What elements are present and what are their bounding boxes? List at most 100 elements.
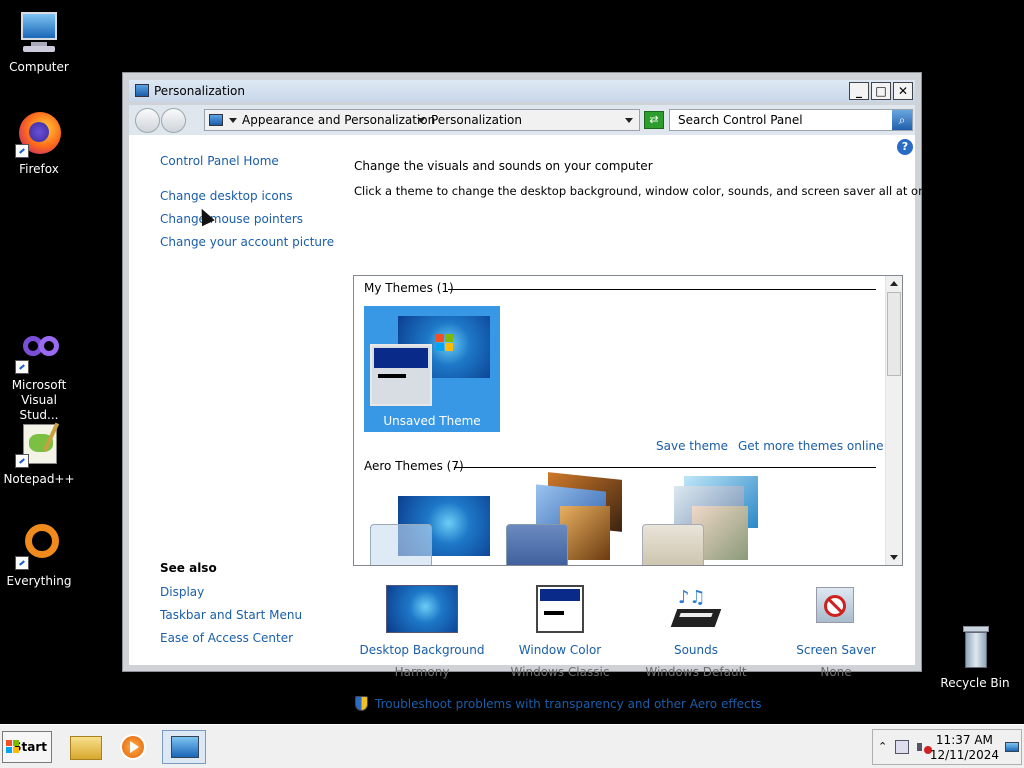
windows-logo-icon xyxy=(436,334,454,352)
change-mouse-pointers-link[interactable]: Change mouse pointers xyxy=(160,212,303,226)
aero-themes-header: Aero Themes (7) xyxy=(364,459,464,473)
show-hidden-icons-icon[interactable]: ⌃ xyxy=(878,740,887,753)
control-panel-icon xyxy=(209,114,223,126)
visual-studio-icon xyxy=(15,326,63,374)
desktop-icon-label: Computer xyxy=(9,60,69,74)
scroll-up-icon[interactable] xyxy=(890,281,898,286)
get-more-themes-link[interactable]: Get more themes online xyxy=(738,439,884,453)
desktop-icon-firefox[interactable]: Firefox xyxy=(0,110,78,177)
window-title: Personalization xyxy=(154,84,245,98)
network-icon[interactable] xyxy=(895,740,909,754)
aero-theme-windows7[interactable] xyxy=(368,494,494,565)
chevron-down-icon[interactable] xyxy=(229,118,237,123)
screen-saver-tile[interactable]: Screen Saver None xyxy=(771,585,901,679)
search-icon[interactable]: ⌕ xyxy=(892,110,912,130)
desktop-icon-label: Microsoft Visual Stud... xyxy=(11,378,67,422)
show-desktop-icon[interactable] xyxy=(1005,742,1019,752)
desktop-icon-notepadpp[interactable]: Notepad++ xyxy=(0,420,78,487)
change-account-picture-link[interactable]: Change your account picture xyxy=(160,235,334,249)
explorer-taskbar-button[interactable] xyxy=(64,730,108,764)
scroll-down-icon[interactable] xyxy=(890,555,898,560)
desktop-icon-recycle-bin[interactable]: Recycle Bin xyxy=(936,624,1014,691)
window-preview xyxy=(370,344,432,406)
personalization-window: Personalization _ □ ✕ Appearance and Per… xyxy=(122,72,942,711)
windows-logo-icon xyxy=(6,740,20,754)
tile-value: Harmony xyxy=(394,665,450,679)
desktop-icon-label: Everything xyxy=(6,574,72,588)
address-dropdown-icon[interactable] xyxy=(625,118,633,123)
unsaved-theme-label: Unsaved Theme xyxy=(383,414,481,428)
clock-date: 12/11/2024 xyxy=(929,748,999,762)
desktop-icon-everything[interactable]: Everything xyxy=(0,522,78,589)
divider xyxy=(454,467,876,468)
shield-icon xyxy=(355,696,368,711)
desktop-icon-label: Firefox xyxy=(19,162,59,176)
recycle-bin-icon xyxy=(951,624,999,672)
maximize-button[interactable]: □ xyxy=(871,82,891,100)
desktop-icon-visual-studio[interactable]: Microsoft Visual Stud... xyxy=(0,326,78,423)
breadcrumb-personalization[interactable]: Personalization xyxy=(431,113,522,127)
desktop-icon-label: Notepad++ xyxy=(3,472,75,486)
desktop-background-tile[interactable]: Desktop Background Harmony xyxy=(354,585,490,679)
window-color-tile[interactable]: Window Color Windows Classic xyxy=(495,585,625,679)
desktop-background-icon xyxy=(386,585,458,633)
desktop-icon-label: Recycle Bin xyxy=(940,676,1010,690)
display-link[interactable]: Display xyxy=(160,585,204,599)
tile-name: Desktop Background xyxy=(359,643,485,657)
folder-icon xyxy=(70,736,102,760)
save-theme-link[interactable]: Save theme xyxy=(656,439,728,453)
tile-value: None xyxy=(820,665,852,679)
refresh-icon[interactable]: ⇄ xyxy=(644,111,664,129)
close-button[interactable]: ✕ xyxy=(893,82,913,100)
see-also-heading: See also xyxy=(160,561,217,575)
address-bar[interactable]: Appearance and Personalization Personali… xyxy=(204,109,640,131)
clock[interactable]: 11:37 AM 12/11/2024 xyxy=(930,733,999,763)
shortcut-arrow-icon xyxy=(15,360,29,374)
taskbar-start-menu-link[interactable]: Taskbar and Start Menu xyxy=(160,608,302,622)
tile-name: Screen Saver xyxy=(796,643,876,657)
divider xyxy=(448,289,876,290)
troubleshoot-aero-link[interactable]: Troubleshoot problems with transparency … xyxy=(375,697,762,711)
help-icon[interactable]: ? xyxy=(897,139,913,155)
title-bar[interactable]: Personalization _ □ ✕ xyxy=(129,80,915,102)
tile-value: Windows Classic xyxy=(510,665,610,679)
computer-icon xyxy=(15,8,63,56)
shortcut-arrow-icon xyxy=(15,454,29,468)
scrollbar-thumb[interactable] xyxy=(887,292,901,376)
sounds-tile[interactable]: ♪♫ Sounds Windows Default xyxy=(631,585,761,679)
media-player-taskbar-button[interactable] xyxy=(112,730,156,764)
ease-of-access-link[interactable]: Ease of Access Center xyxy=(160,631,293,645)
chevron-down-icon[interactable] xyxy=(417,118,425,123)
search-placeholder: Search Control Panel xyxy=(678,113,803,127)
navigation-bar: Appearance and Personalization Personali… xyxy=(129,105,915,135)
sounds-icon: ♪♫ xyxy=(670,585,722,633)
page-subheading: Click a theme to change the desktop back… xyxy=(354,184,943,198)
start-button[interactable]: Start xyxy=(2,731,52,763)
taskbar: Start ⌃ 11:37 AM 12/11/2024 xyxy=(0,724,1024,768)
control-panel-home-link[interactable]: Control Panel Home xyxy=(160,154,279,168)
aero-theme-nature[interactable] xyxy=(640,476,766,565)
screen-saver-icon xyxy=(812,585,860,633)
minimize-button[interactable]: _ xyxy=(849,82,869,100)
page-heading: Change the visuals and sounds on your co… xyxy=(354,159,653,173)
theme-list: My Themes (1) Unsaved Theme Save theme G… xyxy=(353,275,903,566)
window-color-icon xyxy=(536,585,584,633)
my-themes-header: My Themes (1) xyxy=(364,281,454,295)
everything-icon xyxy=(15,522,63,570)
back-button[interactable] xyxy=(135,108,160,133)
clock-time: 11:37 AM xyxy=(935,733,993,747)
tile-value: Windows Default xyxy=(645,665,747,679)
breadcrumb-appearance[interactable]: Appearance and Personalization xyxy=(242,113,435,127)
unsaved-theme-tile[interactable]: Unsaved Theme xyxy=(364,306,500,432)
forward-button[interactable] xyxy=(161,108,186,133)
search-input[interactable]: Search Control Panel ⌕ xyxy=(669,109,913,131)
tile-name: Window Color xyxy=(518,643,602,657)
desktop-icon-computer[interactable]: Computer xyxy=(0,8,78,75)
theme-list-scrollbar[interactable] xyxy=(885,276,902,565)
control-panel-taskbar-button[interactable] xyxy=(162,730,206,764)
change-desktop-icons-link[interactable]: Change desktop icons xyxy=(160,189,293,203)
notepadpp-icon xyxy=(15,420,63,468)
shortcut-arrow-icon xyxy=(15,144,29,158)
firefox-icon xyxy=(15,110,63,158)
aero-theme-architecture[interactable] xyxy=(504,472,630,565)
